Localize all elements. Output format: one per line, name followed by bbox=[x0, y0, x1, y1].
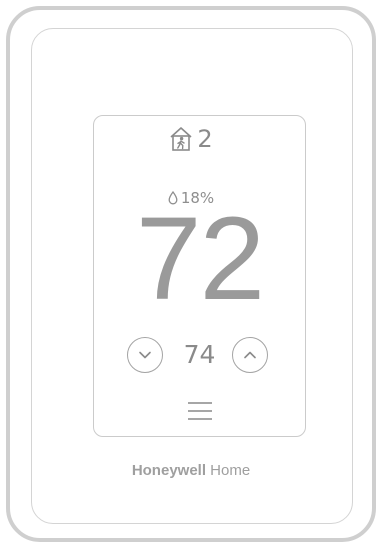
brand-subname: Home bbox=[210, 462, 251, 479]
chevron-up-icon bbox=[244, 351, 256, 359]
menu-line bbox=[188, 410, 212, 412]
brand-name: Honeywell bbox=[131, 462, 206, 479]
home-person-icon bbox=[170, 127, 192, 151]
setpoint-controls: 74 bbox=[93, 337, 306, 373]
menu-line bbox=[188, 418, 212, 420]
current-temperature: 72 bbox=[135, 193, 265, 325]
menu-line bbox=[188, 402, 212, 404]
occupancy-count: 2 bbox=[197, 125, 213, 153]
increase-setpoint-button[interactable] bbox=[232, 337, 268, 373]
hamburger-menu-icon[interactable] bbox=[188, 402, 212, 420]
occupancy-indicator: 2 bbox=[0, 126, 382, 152]
setpoint-value: 74 bbox=[183, 340, 216, 369]
brand-logo: Honeywell Home bbox=[0, 462, 382, 479]
